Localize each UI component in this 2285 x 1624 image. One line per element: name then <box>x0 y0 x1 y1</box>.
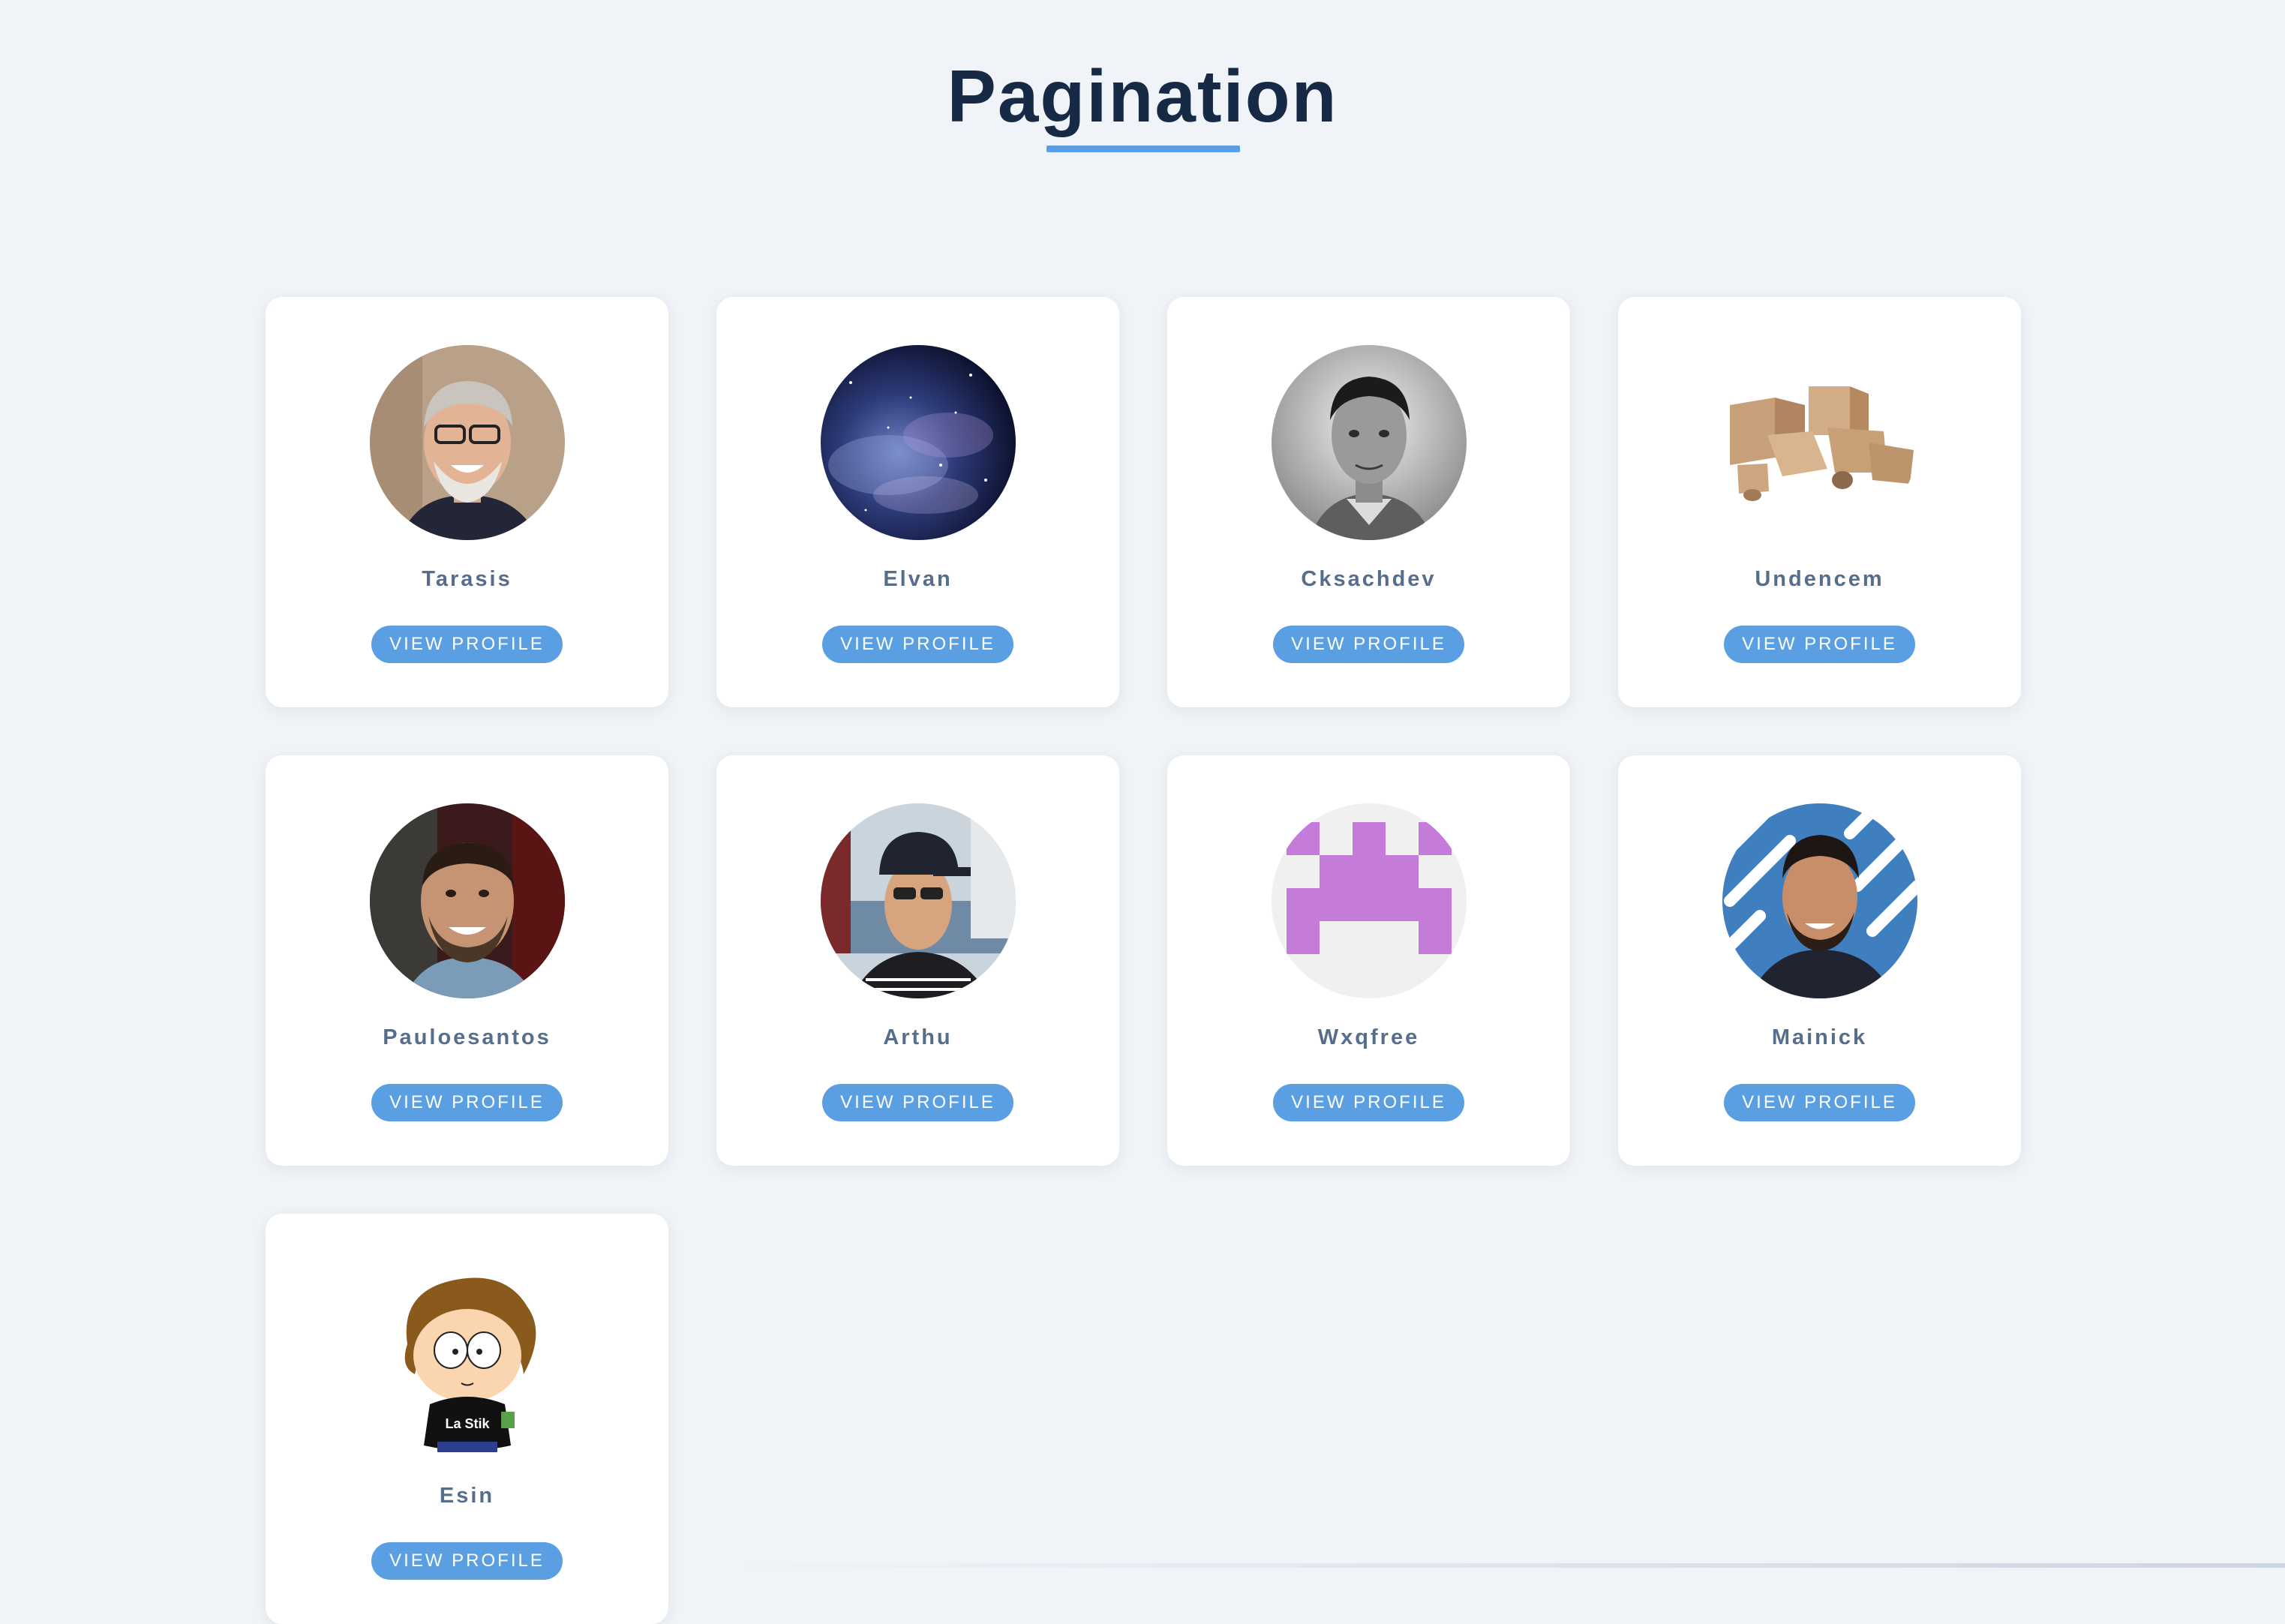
avatar-photo-man-cap-sunglasses <box>820 803 1016 998</box>
avatar-photo-gray-haired-man-glasses <box>369 345 565 540</box>
profile-name: Arthu <box>883 1025 953 1049</box>
avatar <box>1722 345 1917 540</box>
profile-card: Cksachdev VIEW PROFILE <box>1167 297 1570 707</box>
avatar <box>820 803 1016 998</box>
avatar <box>1271 345 1467 540</box>
avatar: La Stik <box>369 1262 565 1457</box>
avatar-purple-identicon <box>1271 803 1467 998</box>
view-profile-button[interactable]: VIEW PROFILE <box>1724 626 1915 663</box>
profile-card: Tarasis VIEW PROFILE <box>266 297 668 707</box>
profile-name: Wxqfree <box>1317 1025 1420 1049</box>
profile-name: Tarasis <box>422 567 512 591</box>
avatar <box>820 345 1016 540</box>
avatar-photo-smiling-bearded-man <box>369 803 565 998</box>
profile-card: Arthu VIEW PROFILE <box>716 755 1119 1166</box>
view-profile-button[interactable]: VIEW PROFILE <box>1273 1084 1464 1121</box>
esin-shirt-text: La Stik <box>445 1416 490 1431</box>
profile-card-grid: Tarasis VIEW PROFILE Elvan VIEW PROFILE … <box>266 297 2021 1624</box>
view-profile-button[interactable]: VIEW PROFILE <box>371 626 563 663</box>
view-profile-button[interactable]: VIEW PROFILE <box>1273 626 1464 663</box>
view-profile-button[interactable]: VIEW PROFILE <box>822 1084 1013 1121</box>
profile-card: Mainick VIEW PROFILE <box>1618 755 2021 1166</box>
profile-name: Pauloesantos <box>383 1025 551 1049</box>
avatar-photo-man-black-and-white <box>1271 345 1467 540</box>
profile-card: Elvan VIEW PROFILE <box>716 297 1119 707</box>
profile-card: Undencem VIEW PROFILE <box>1618 297 2021 707</box>
avatar <box>1722 803 1917 998</box>
view-profile-button[interactable]: VIEW PROFILE <box>1724 1084 1915 1121</box>
avatar-photo-man-blue-pattern <box>1722 803 1917 998</box>
title-underline <box>1046 146 1240 152</box>
avatar <box>369 803 565 998</box>
profile-card: Wxqfree VIEW PROFILE <box>1167 755 1570 1166</box>
profile-name: Mainick <box>1771 1025 1868 1049</box>
bottom-edge-shadow <box>720 1563 2285 1568</box>
view-profile-button[interactable]: VIEW PROFILE <box>371 1542 563 1580</box>
profile-name: Undencem <box>1755 567 1884 591</box>
view-profile-button[interactable]: VIEW PROFILE <box>822 626 1013 663</box>
avatar-cardboard-boxes-image <box>1722 345 1917 540</box>
profile-name: Esin <box>439 1484 495 1508</box>
avatar-cartoon-character-la-stik: La Stik <box>369 1262 565 1457</box>
page-title: Pagination <box>947 55 1338 137</box>
avatar <box>369 345 565 540</box>
view-profile-button[interactable]: VIEW PROFILE <box>371 1084 563 1121</box>
profile-card: Pauloesantos VIEW PROFILE <box>266 755 668 1166</box>
profile-card: La Stik Esin VIEW PROFILE <box>266 1214 668 1624</box>
profile-name: Elvan <box>883 567 953 591</box>
avatar-galaxy-nebula-image <box>820 345 1016 540</box>
avatar <box>1271 803 1467 998</box>
profile-name: Cksachdev <box>1301 567 1437 591</box>
